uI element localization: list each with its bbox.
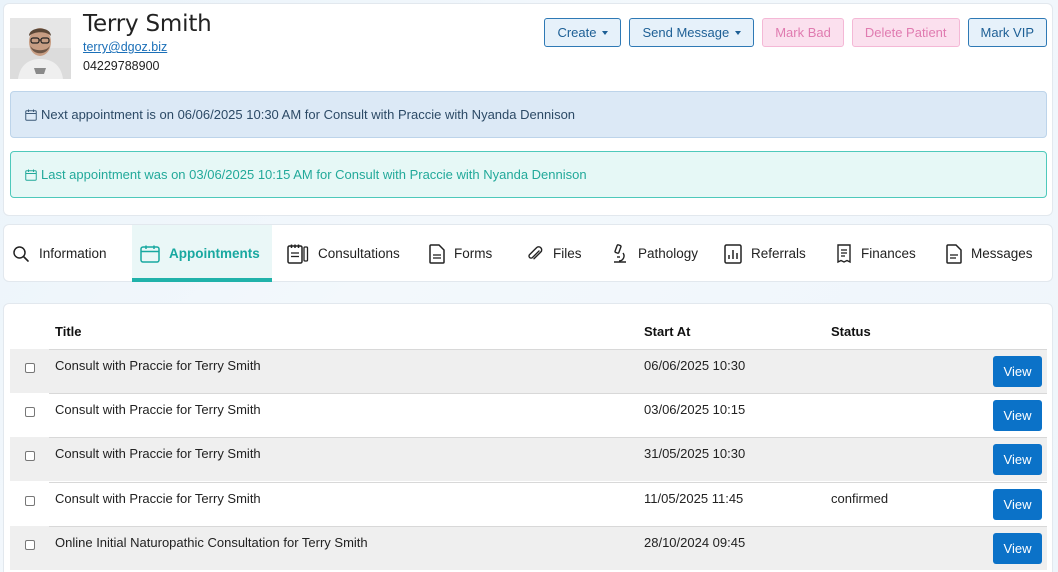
table-row: Consult with Praccie for Terry Smith 11/… [10, 482, 1047, 526]
view-button[interactable]: View [993, 489, 1042, 520]
tab-appointments[interactable]: Appointments [132, 225, 272, 282]
row-select-checkbox[interactable] [25, 451, 35, 461]
column-header-start-at[interactable]: Start At [644, 324, 690, 339]
avatar [10, 18, 71, 79]
appointment-start: 11/05/2025 11:45 [644, 491, 744, 506]
calendar-icon [25, 169, 37, 181]
patient-name: Terry Smith [83, 11, 212, 37]
row-select-checkbox[interactable] [25, 496, 35, 506]
mark-bad-button[interactable]: Mark Bad [762, 18, 844, 47]
tab-files[interactable]: Files [526, 225, 596, 282]
view-button[interactable]: View [993, 444, 1042, 475]
row-select-checkbox[interactable] [25, 540, 35, 550]
paperclip-icon [528, 245, 543, 259]
table-row: Consult with Praccie for Terry Smith 06/… [10, 349, 1047, 393]
tab-forms-label: Forms [454, 246, 493, 261]
table-row: Consult with Praccie for Terry Smith 31/… [10, 437, 1047, 481]
form-icon [429, 243, 445, 264]
mark-vip-button[interactable]: Mark VIP [967, 18, 1047, 47]
appointment-start: 06/06/2025 10:30 [644, 358, 746, 373]
patient-phone: 04229788900 [83, 59, 160, 73]
patient-header-card: Terry Smith terry@dgoz.biz 04229788900 C… [3, 3, 1053, 216]
view-button[interactable]: View [993, 356, 1042, 387]
patient-tabs: Information Appointments Consultations F… [3, 224, 1053, 282]
send-message-dropdown-button[interactable]: Send Message [629, 18, 755, 47]
tab-forms[interactable]: Forms [429, 225, 509, 282]
calendar-icon [25, 109, 37, 121]
tab-files-label: Files [553, 246, 582, 261]
create-dropdown-button[interactable]: Create [544, 18, 622, 47]
search-icon [13, 245, 29, 262]
next-appointment-text: Next appointment is on 06/06/2025 10:30 … [41, 107, 576, 122]
caret-down-icon [735, 30, 742, 35]
appointment-title: Consult with Praccie for Terry Smith [55, 402, 261, 417]
appointment-status: confirmed [831, 491, 889, 506]
tab-information[interactable]: Information [12, 225, 132, 282]
notebook-icon [287, 244, 309, 264]
tab-finances[interactable]: Finances [836, 225, 931, 282]
column-header-title[interactable]: Title [55, 324, 82, 339]
chart-doc-icon [724, 243, 742, 264]
tab-referrals-label: Referrals [751, 246, 806, 261]
tab-information-label: Information [39, 246, 107, 261]
table-row: Online Initial Naturopathic Consultation… [10, 526, 1047, 570]
row-select-checkbox[interactable] [25, 363, 35, 373]
tab-messages[interactable]: Messages [946, 225, 1046, 282]
appointments-table: Title Start At Status Consult with Pracc… [3, 303, 1053, 572]
next-appointment-alert: Next appointment is on 06/06/2025 10:30 … [10, 91, 1047, 138]
last-appointment-alert: Last appointment was on 03/06/2025 10:15… [10, 151, 1047, 198]
appointment-start: 31/05/2025 10:30 [644, 446, 746, 461]
caret-down-icon [602, 30, 609, 35]
tab-finances-label: Finances [861, 246, 916, 261]
message-doc-icon [946, 243, 962, 264]
appointment-title: Consult with Praccie for Terry Smith [55, 358, 261, 373]
calendar-icon [140, 245, 160, 263]
appointment-title: Consult with Praccie for Terry Smith [55, 491, 261, 506]
patient-email-link[interactable]: terry@dgoz.biz [83, 40, 167, 54]
delete-patient-button[interactable]: Delete Patient [851, 18, 960, 47]
tab-consultations-label: Consultations [318, 246, 400, 261]
column-header-status[interactable]: Status [831, 324, 871, 339]
last-appointment-text: Last appointment was on 03/06/2025 10:15… [41, 167, 587, 182]
tab-consultations[interactable]: Consultations [287, 225, 412, 282]
table-row: Consult with Praccie for Terry Smith 03/… [10, 393, 1047, 437]
send-message-button-label: Send Message [642, 25, 730, 40]
receipt-icon [837, 243, 851, 263]
patient-actions: Create Send Message Mark Bad Delete Pati… [544, 18, 1047, 47]
tab-pathology[interactable]: Pathology [609, 225, 709, 282]
appointment-start: 28/10/2024 09:45 [644, 535, 746, 550]
appointment-start: 03/06/2025 10:15 [644, 402, 746, 417]
tab-messages-label: Messages [971, 246, 1033, 261]
row-select-checkbox[interactable] [25, 407, 35, 417]
tab-referrals[interactable]: Referrals [724, 225, 819, 282]
create-button-label: Create [557, 25, 597, 40]
tab-appointments-label: Appointments [169, 246, 260, 261]
tab-pathology-label: Pathology [638, 246, 699, 261]
appointment-title: Consult with Praccie for Terry Smith [55, 446, 261, 461]
view-button[interactable]: View [993, 400, 1042, 431]
view-button[interactable]: View [993, 533, 1042, 564]
appointment-title: Online Initial Naturopathic Consultation… [55, 535, 368, 550]
microscope-icon [614, 243, 626, 263]
